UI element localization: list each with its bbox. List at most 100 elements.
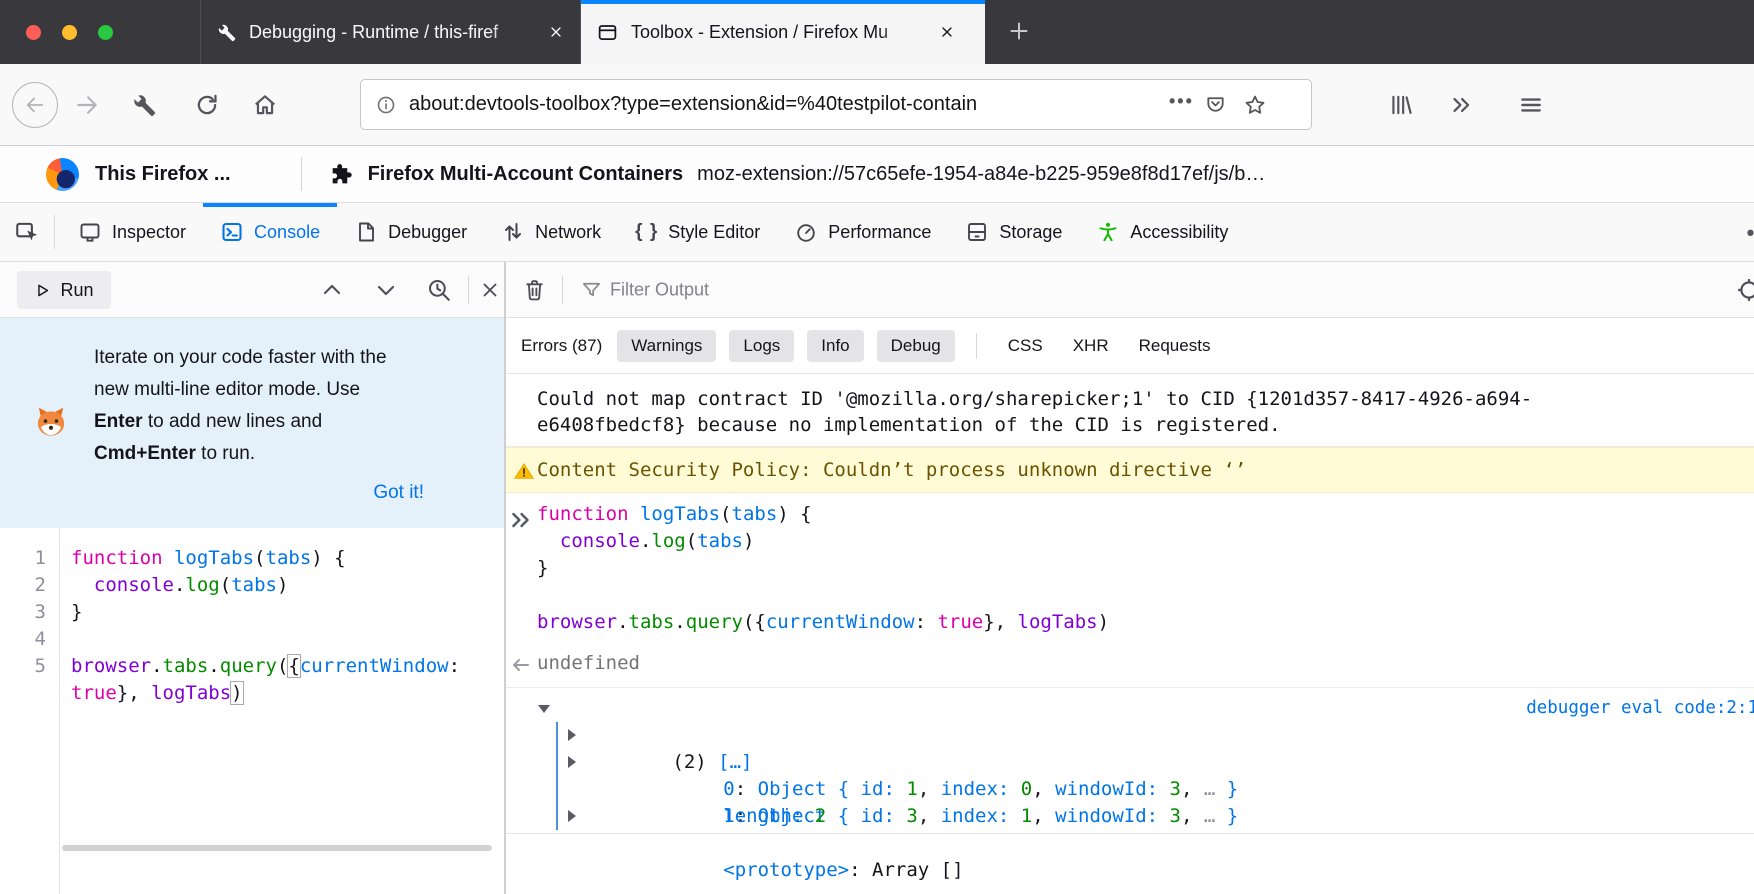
filter-warnings[interactable]: Warnings: [617, 330, 716, 362]
extension-name: Firefox Multi-Account Containers: [368, 163, 684, 186]
minimize-window-button[interactable]: [62, 25, 77, 40]
collapse-caret-icon[interactable]: [538, 705, 550, 713]
warning-icon: [513, 460, 535, 482]
tab-label: Network: [535, 222, 601, 243]
run-button[interactable]: Run: [17, 271, 111, 309]
line-number-gutter: 12345: [0, 528, 60, 894]
tab-console[interactable]: Console: [203, 203, 337, 261]
runtime-label: This Firefox ...: [95, 163, 231, 186]
tab-accessibility[interactable]: Accessibility: [1079, 203, 1245, 261]
node-picker-icon[interactable]: [0, 203, 54, 261]
filter-debug[interactable]: Debug: [877, 330, 955, 362]
notice-text: Iterate on your code faster with thenew …: [94, 342, 484, 470]
result-arrow-icon: [509, 653, 533, 677]
history-next-icon[interactable]: [374, 278, 398, 302]
close-window-button[interactable]: [26, 25, 41, 40]
browser-tab-toolbox[interactable]: Toolbox - Extension / Firefox Mu: [581, 0, 985, 64]
new-tab-button[interactable]: [1006, 18, 1032, 44]
tab-debugger[interactable]: Debugger: [337, 203, 484, 261]
network-icon: [501, 220, 525, 244]
editor-horizontal-scrollbar[interactable]: [62, 845, 492, 851]
filter-errors[interactable]: Errors (87): [519, 330, 604, 362]
editor-toolbar: Run: [0, 262, 504, 318]
url-text[interactable]: about:devtools-toolbox?type=extension&id…: [409, 93, 1169, 116]
overflow-chevrons-icon[interactable]: [1448, 92, 1474, 118]
tab-network[interactable]: Network: [484, 203, 618, 261]
devtools-tabbar: Inspector Console Debugger Network { } S…: [0, 203, 1754, 262]
filter-requests[interactable]: Requests: [1137, 330, 1213, 362]
tab-label: Performance: [828, 222, 931, 243]
storage-icon: [965, 220, 989, 244]
page-actions-icon[interactable]: •••: [1169, 91, 1194, 112]
window-controls: [26, 0, 113, 64]
tab-storage[interactable]: Storage: [948, 203, 1079, 261]
evaluation-result-message: undefined: [506, 644, 1754, 688]
input-echo-message: function logTabs(tabs) { console.log(tab…: [506, 493, 1754, 644]
console-messages: Could not map contract ID '@mozilla.org/…: [506, 374, 1754, 834]
url-bar[interactable]: about:devtools-toolbox?type=extension&id…: [360, 79, 1312, 130]
echoed-code: function logTabs(tabs) { console.log(tab…: [537, 503, 1754, 638]
expand-caret-icon[interactable]: [568, 756, 576, 768]
browser-tab-debugging[interactable]: Debugging - Runtime / this-firef: [200, 0, 581, 64]
filter-css[interactable]: CSS: [1006, 330, 1045, 362]
close-tab-icon[interactable]: [548, 24, 564, 40]
editor-code[interactable]: function logTabs(tabs) { console.log(tab…: [60, 528, 460, 894]
object-tree: 0: Object { id: 1, index: 0, windowId: 3…: [556, 722, 1754, 830]
tab-title: Toolbox - Extension / Firefox Mu: [631, 22, 931, 43]
firefox-logo-icon: [46, 158, 79, 191]
editor-onboarding-notice: Iterate on your code faster with thenew …: [0, 318, 504, 528]
close-editor-icon[interactable]: [479, 279, 501, 301]
reload-button[interactable]: [194, 92, 220, 118]
tab-style-editor[interactable]: { } Style Editor: [618, 203, 777, 261]
console-editor-pane: Run: [0, 262, 504, 894]
cutoff-icon[interactable]: [1736, 277, 1754, 303]
library-icon[interactable]: [1388, 92, 1414, 118]
zoom-window-button[interactable]: [98, 25, 113, 40]
pocket-icon[interactable]: [1204, 93, 1227, 116]
tab-label: Debugger: [388, 222, 467, 243]
close-tab-icon[interactable]: [939, 24, 955, 40]
filter-logs[interactable]: Logs: [729, 330, 794, 362]
titlebar: Debugging - Runtime / this-firef Toolbox…: [0, 0, 1754, 64]
toolbox-overflow-menu-icon[interactable]: ••: [1747, 203, 1754, 262]
firefox-window: Debugging - Runtime / this-firef Toolbox…: [0, 0, 1754, 894]
separator: [468, 276, 469, 304]
expand-caret-icon[interactable]: [568, 810, 576, 822]
home-button[interactable]: [252, 92, 278, 118]
debugger-icon: [354, 220, 378, 244]
reverse-search-icon[interactable]: [426, 277, 452, 303]
separator: [301, 157, 302, 191]
log-message-contract-id: Could not map contract ID '@mozilla.org/…: [506, 374, 1754, 447]
tab-inspector[interactable]: Inspector: [61, 203, 203, 261]
tab-label: Accessibility: [1130, 222, 1228, 243]
performance-icon: [794, 220, 818, 244]
separator: [54, 215, 55, 249]
extension-url: moz-extension://57c65efe-1954-a84e-b225-…: [697, 163, 1265, 186]
bookmark-star-icon[interactable]: [1243, 93, 1267, 117]
prototype-row[interactable]: <prototype>: Array []: [558, 803, 1754, 830]
filter-xhr[interactable]: XHR: [1071, 330, 1111, 362]
warning-message-csp: Content Security Policy: Couldn’t proces…: [506, 447, 1754, 493]
inspector-icon: [78, 220, 102, 244]
filter-output-input[interactable]: Filter Output: [610, 279, 709, 300]
history-prev-icon[interactable]: [320, 278, 344, 302]
object-row-0[interactable]: 0: Object { id: 1, index: 0, windowId: 3…: [558, 722, 1754, 749]
info-icon[interactable]: [375, 94, 397, 116]
got-it-link[interactable]: Got it!: [36, 482, 484, 504]
forward-button[interactable]: [74, 92, 100, 118]
back-button[interactable]: [12, 82, 58, 128]
expand-caret-icon[interactable]: [568, 729, 576, 741]
puzzle-icon: [328, 160, 356, 188]
menu-hamburger-icon[interactable]: [1518, 92, 1544, 118]
multiline-editor[interactable]: 12345 function logTabs(tabs) { console.l…: [0, 528, 504, 894]
developer-wrench-icon[interactable]: [132, 93, 156, 117]
object-row-1[interactable]: 1: Object { id: 3, index: 1, windowId: 3…: [558, 749, 1754, 776]
tab-performance[interactable]: Performance: [777, 203, 948, 261]
filter-info[interactable]: Info: [807, 330, 863, 362]
source-link[interactable]: debugger eval code:2:1: [1526, 695, 1754, 722]
play-icon: [34, 282, 51, 299]
console-output-pane: Filter Output Errors (87) Warnings Logs …: [506, 262, 1754, 894]
warning-text: Content Security Policy: Couldn’t proces…: [537, 459, 1246, 481]
debug-target-bar: This Firefox ... Firefox Multi-Account C…: [0, 146, 1754, 203]
clear-console-trash-icon[interactable]: [522, 277, 547, 302]
